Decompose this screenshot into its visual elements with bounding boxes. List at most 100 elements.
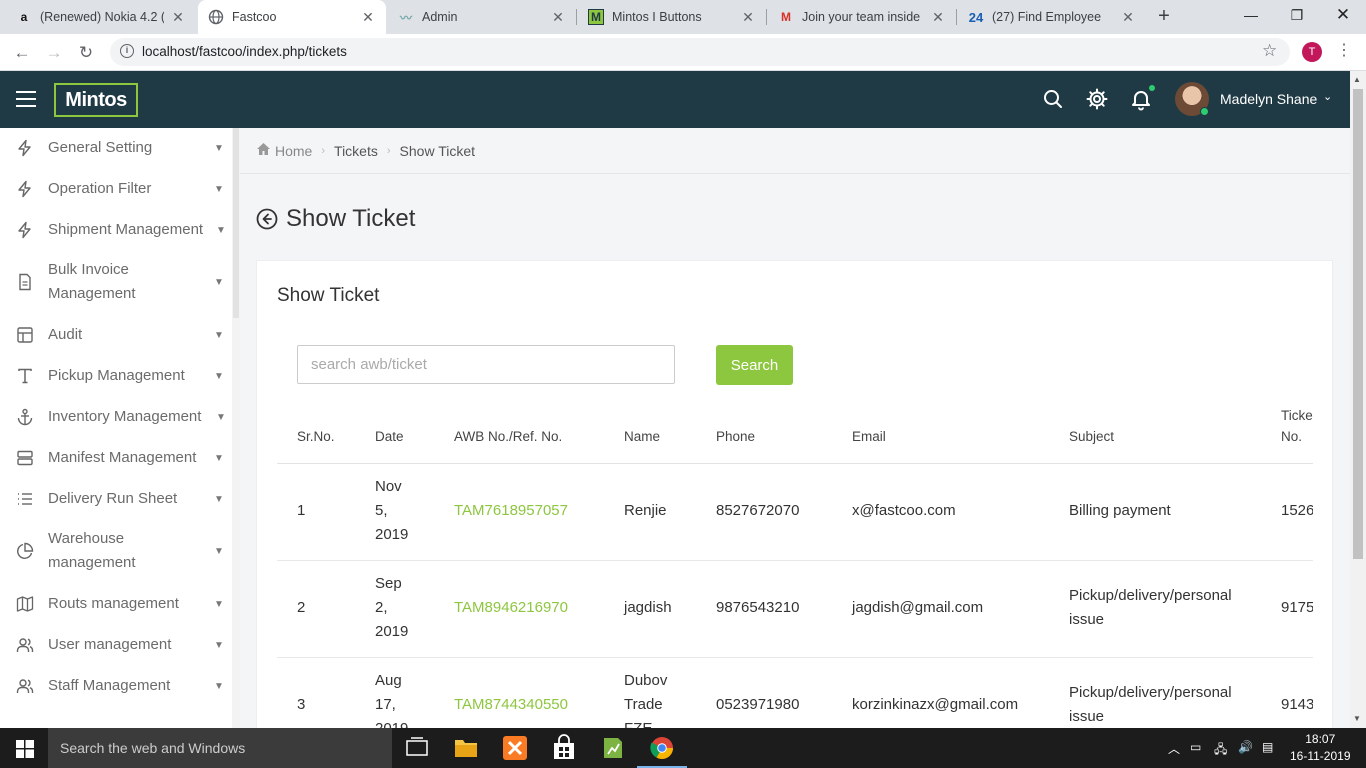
close-tab-icon[interactable]: ✕ <box>360 9 376 26</box>
search-icon[interactable] <box>1041 87 1065 111</box>
bookmark-star-icon[interactable]: ☆ <box>1262 41 1277 61</box>
browser-tab-amazon[interactable]: a (Renewed) Nokia 4.2 (B ✕ <box>6 0 196 34</box>
tab-separator <box>956 9 957 25</box>
chevron-down-icon: ▼ <box>214 276 224 288</box>
browser-tab-admin[interactable]: 〰 Admin ✕ <box>388 0 576 34</box>
cell-ticket-no: 9143 <box>1281 696 1313 713</box>
page-scrollbar-thumb[interactable] <box>1353 89 1363 559</box>
close-tab-icon[interactable]: ✕ <box>550 9 566 26</box>
24-icon: 24 <box>968 9 984 25</box>
back-button[interactable]: ← <box>9 40 35 66</box>
close-tab-icon[interactable]: ✕ <box>1120 9 1136 26</box>
cell-awb-link[interactable]: TAM8744340550 <box>454 693 568 717</box>
search-button[interactable]: Search <box>716 345 793 385</box>
user-name[interactable]: Madelyn Shane <box>1220 91 1317 107</box>
cell-awb-link[interactable]: TAM7618957057 <box>454 499 568 523</box>
cell-name: jagdish <box>624 599 672 616</box>
cell-email: jagdish@gmail.com <box>852 599 984 616</box>
scroll-up-arrow-icon[interactable]: ▲ <box>1353 75 1361 84</box>
taskbar-search-box[interactable]: Search the web and Windows <box>48 728 392 768</box>
forward-button[interactable]: → <box>41 40 67 66</box>
cell-date: Sep 2, 2019 <box>375 575 409 640</box>
action-center-icon[interactable]: ▤ <box>1262 740 1273 754</box>
online-status-dot <box>1200 107 1209 116</box>
card-title: Show Ticket <box>277 285 380 306</box>
chrome-icon[interactable] <box>637 734 687 768</box>
column-header-awb: AWB No./Ref. No. <box>454 429 563 444</box>
list-icon <box>16 490 34 508</box>
cell-ticket-no: 1526 <box>1281 502 1313 519</box>
cell-awb-link[interactable]: TAM8946216970 <box>454 596 568 620</box>
hamburger-menu-icon[interactable] <box>16 91 36 107</box>
store-icon[interactable] <box>549 734 579 762</box>
user-avatar[interactable] <box>1175 82 1209 116</box>
profile-avatar[interactable]: T <box>1302 42 1322 62</box>
browser-tab-fastcoo[interactable]: Fastcoo ✕ <box>198 0 386 34</box>
gear-icon[interactable] <box>1085 87 1109 111</box>
chevron-down-icon: ▼ <box>216 224 226 236</box>
windows-start-icon[interactable] <box>16 740 34 758</box>
scroll-down-arrow-icon[interactable]: ▼ <box>1353 714 1361 723</box>
minimize-button[interactable]: — <box>1228 0 1274 30</box>
anchor-icon <box>16 408 34 426</box>
users-icon <box>16 677 34 695</box>
bolt-icon <box>16 139 34 157</box>
app-logo[interactable]: Mintos <box>54 83 138 117</box>
sidebar-scrollbar-thumb[interactable] <box>233 128 239 318</box>
reload-button[interactable]: ↻ <box>73 40 99 66</box>
page-scrollbar[interactable]: ▲ ▼ <box>1350 71 1366 728</box>
chevron-down-icon[interactable]: ⌄ <box>1323 90 1332 103</box>
cell-ticket-no: 9175 <box>1281 599 1313 616</box>
amazon-icon: a <box>20 10 28 24</box>
cell-sr: 3 <box>297 696 306 713</box>
chevron-right-icon: › <box>321 144 326 157</box>
battery-icon[interactable]: ▭ <box>1190 740 1201 754</box>
browser-tab-mintos-buttons[interactable]: M Mintos I Buttons ✕ <box>578 0 766 34</box>
chevron-down-icon: ▼ <box>214 680 224 692</box>
breadcrumb-tickets[interactable]: Tickets <box>334 143 378 159</box>
globe-icon <box>208 9 224 25</box>
close-tab-icon[interactable]: ✕ <box>740 9 756 26</box>
address-bar[interactable]: i localhost/fastcoo/index.php/tickets <box>110 38 1290 66</box>
restore-button[interactable]: ❐ <box>1274 0 1320 30</box>
close-tab-icon[interactable]: ✕ <box>930 9 946 26</box>
chevron-down-icon: ▼ <box>214 183 224 195</box>
column-header-email: Email <box>852 429 886 444</box>
close-tab-icon[interactable]: ✕ <box>170 9 186 26</box>
chevron-down-icon: ▼ <box>214 370 224 382</box>
bell-icon[interactable] <box>1129 87 1153 111</box>
browser-tab-find-employee[interactable]: 24 (27) Find Employee ✕ <box>958 0 1146 34</box>
cell-name: Renjie <box>624 502 667 519</box>
home-icon[interactable] <box>256 142 271 159</box>
close-window-button[interactable]: ✕ <box>1320 0 1366 30</box>
server-icon <box>16 449 34 467</box>
cell-date: Nov 5, 2019 <box>375 478 409 543</box>
volume-icon[interactable]: 🔊 <box>1238 740 1253 754</box>
tab-separator <box>576 9 577 25</box>
chevron-down-icon: ▼ <box>214 329 224 341</box>
breadcrumb-home[interactable]: Home <box>275 143 312 159</box>
task-view-icon[interactable] <box>402 734 432 762</box>
chevron-up-icon[interactable]: ︿ <box>1168 740 1180 757</box>
cell-email: korzinkinazx@gmail.com <box>852 696 1019 713</box>
sidebar-scrollbar[interactable] <box>232 128 240 728</box>
file-explorer-icon[interactable] <box>451 734 481 762</box>
column-header-name: Name <box>624 429 661 444</box>
new-tab-button[interactable]: + <box>1152 5 1176 29</box>
chevron-down-icon: ▼ <box>214 545 224 557</box>
browser-tab-gmail[interactable]: M Join your team inside B ✕ <box>768 0 956 34</box>
column-header-phone: Phone <box>716 429 756 444</box>
network-icon[interactable]: 🖧 <box>1214 740 1227 761</box>
spreadsheet-icon[interactable] <box>598 734 628 762</box>
info-icon[interactable]: i <box>120 44 134 58</box>
chevron-down-icon: ▼ <box>214 598 224 610</box>
main-content: Home › Tickets › Show Ticket Show Ticket… <box>240 128 1350 728</box>
app-header: Mintos Madelyn Shane ⌄ <box>0 71 1350 128</box>
taskbar-clock[interactable]: 18:07 16-11-2019 <box>1290 731 1351 765</box>
browser-menu-icon[interactable]: ⋮ <box>1336 40 1352 60</box>
back-arrow-icon[interactable] <box>256 208 278 230</box>
cell-date: Aug 17, 2019 <box>375 672 408 728</box>
wave-icon: 〰 <box>399 10 412 25</box>
search-input[interactable] <box>297 345 675 384</box>
xampp-icon[interactable] <box>500 734 530 762</box>
